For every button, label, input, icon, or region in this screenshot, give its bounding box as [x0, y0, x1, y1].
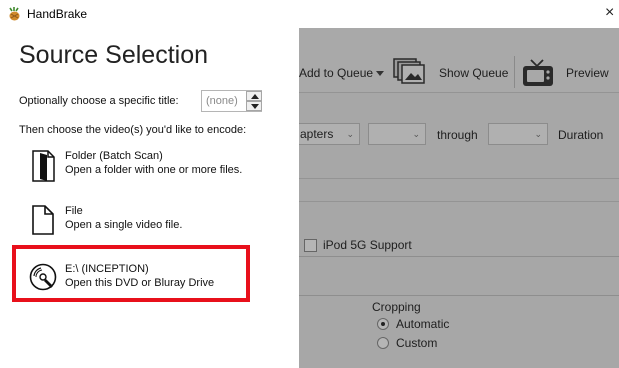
toolbar: Add to Queue Show Queue Preview: [299, 28, 619, 92]
section-separator: [299, 178, 619, 179]
toolbar-divider: [514, 56, 515, 88]
window-title: HandBrake: [27, 7, 88, 21]
duration-label: Duration: [558, 128, 604, 142]
main-window-background: Add to Queue Show Queue Preview apters ⌄…: [299, 28, 619, 368]
file-icon: [32, 205, 54, 235]
cropping-custom-label: Custom: [396, 336, 438, 350]
add-to-queue-button[interactable]: Add to Queue: [299, 66, 373, 80]
folder-icon: [32, 150, 55, 182]
chevron-down-icon[interactable]: [376, 71, 384, 77]
show-queue-icon[interactable]: [393, 58, 427, 86]
video-prompt-label: Then choose the video(s) you'd like to e…: [19, 124, 247, 136]
dvd-option-highlight-box: [12, 245, 250, 302]
source-file-description: Open a single video file.: [65, 219, 183, 231]
spinner-up-button[interactable]: [246, 91, 262, 101]
source-file-title: File: [65, 205, 83, 217]
chevron-down-icon: ⌄: [534, 129, 542, 139]
title-prompt-label: Optionally choose a specific title:: [19, 95, 179, 107]
ipod-support-label: iPod 5G Support: [323, 238, 412, 252]
chevron-down-icon: ⌄: [412, 129, 420, 139]
spinner-down-button[interactable]: [246, 101, 262, 111]
cropping-automatic-label: Automatic: [396, 317, 450, 331]
range-start-combo[interactable]: ⌄: [368, 123, 426, 145]
title-spinner[interactable]: (none): [201, 90, 262, 112]
ipod-support-checkbox[interactable]: [304, 239, 317, 252]
handbrake-pineapple-icon: [9, 7, 20, 21]
close-button[interactable]: ×: [605, 3, 619, 23]
source-folder-title: Folder (Batch Scan): [65, 150, 163, 162]
cropping-label: Cropping: [372, 300, 421, 314]
groupbox: [299, 256, 619, 296]
range-end-combo[interactable]: ⌄: [488, 123, 548, 145]
tab-strip-separator: [299, 201, 619, 202]
page-title: Source Selection: [19, 41, 209, 69]
title-spinner-value: (none): [206, 95, 238, 107]
through-label: through: [437, 128, 478, 142]
range-type-combo[interactable]: apters ⌄: [299, 123, 360, 145]
cropping-custom-radio[interactable]: [377, 337, 389, 349]
toolbar-separator: [299, 92, 619, 93]
source-file-option[interactable]: File Open a single video file.: [28, 204, 278, 244]
chevron-down-icon: ⌄: [346, 129, 354, 139]
range-type-value: apters: [300, 127, 334, 141]
title-bar: HandBrake ×: [0, 0, 619, 28]
show-queue-button[interactable]: Show Queue: [439, 66, 508, 80]
preview-tv-icon[interactable]: [521, 58, 555, 90]
cropping-automatic-radio[interactable]: [377, 318, 389, 330]
source-folder-description: Open a folder with one or more files.: [65, 164, 243, 176]
source-folder-option[interactable]: Folder (Batch Scan) Open a folder with o…: [28, 149, 278, 189]
preview-button[interactable]: Preview: [566, 66, 609, 80]
